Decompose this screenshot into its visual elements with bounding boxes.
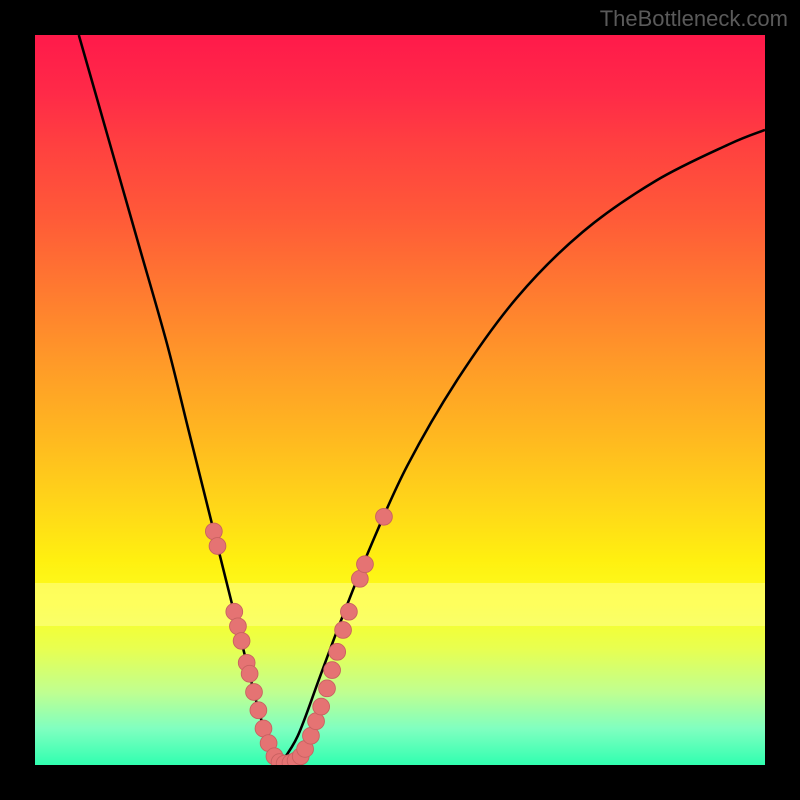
data-marker [357,556,374,573]
data-marker [233,633,250,650]
data-marker [319,680,336,697]
data-marker [341,603,358,620]
data-marker [209,538,226,555]
chart-container: TheBottleneck.com [0,0,800,800]
data-marker [205,523,222,540]
watermark-text: TheBottleneck.com [600,6,788,32]
curve-right [280,130,765,765]
data-marker [324,662,341,679]
data-marker [335,622,352,639]
data-marker [241,665,258,682]
data-marker [376,508,393,525]
plot-area [35,35,765,765]
data-marker [226,603,243,620]
data-marker [329,643,346,660]
data-marker [250,702,267,719]
data-marker [230,618,247,635]
data-marker [246,684,263,701]
data-marker [313,698,330,715]
curve-layer [35,35,765,765]
data-markers [205,508,392,765]
